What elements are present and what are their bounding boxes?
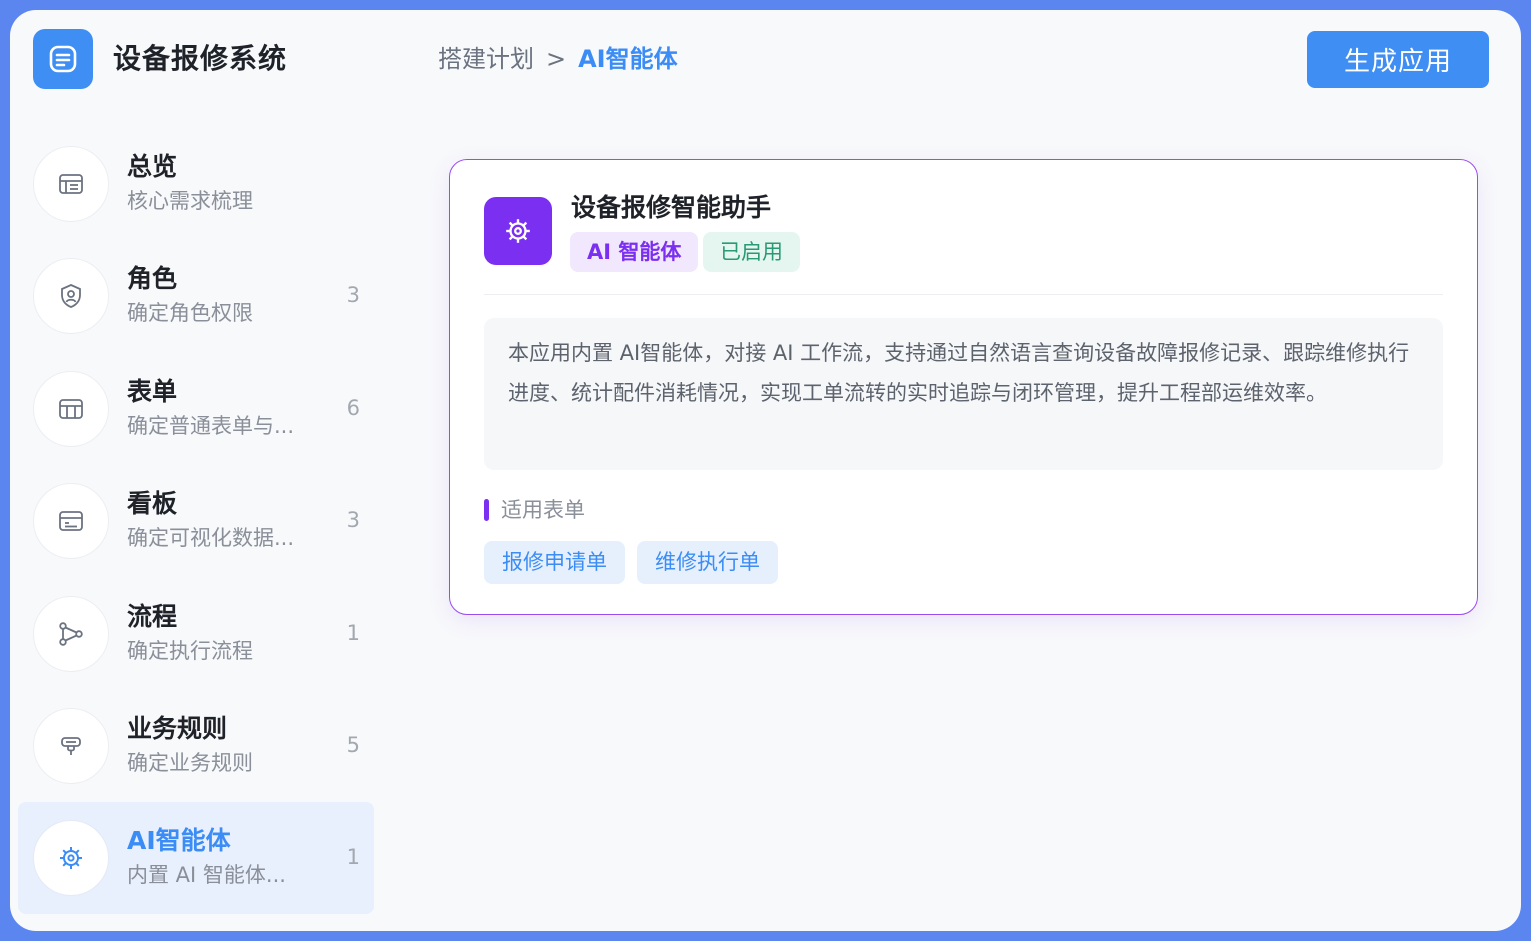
breadcrumb-separator: > — [546, 45, 567, 73]
divider — [484, 294, 1443, 295]
agent-description: 本应用内置 AI智能体，对接 AI 工作流，支持通过自然语言查询设备故障报修记录… — [484, 318, 1443, 470]
ai-gear-icon — [33, 820, 109, 896]
sidebar-item-count: 1 — [346, 845, 360, 869]
sidebar-item-rules[interactable]: 业务规则 确定业务规则 5 — [18, 690, 374, 802]
agent-card[interactable]: 设备报修智能助手 AI 智能体 已启用 本应用内置 AI智能体，对接 AI 工作… — [449, 159, 1478, 615]
agent-name: 设备报修智能助手 — [571, 193, 772, 222]
sidebar-item-name: 流程 — [127, 602, 178, 631]
sidebar-item-name: 看板 — [127, 489, 178, 518]
breadcrumb-parent[interactable]: 搭建计划 — [438, 41, 534, 77]
sidebar-item-name: 表单 — [127, 377, 178, 406]
sidebar-item-sub: 确定业务规则 — [127, 751, 253, 775]
section-title: 适用表单 — [501, 498, 585, 522]
sidebar-item-name: 业务规则 — [127, 714, 228, 743]
sidebar-item-sub: 内置 AI 智能体... — [127, 863, 286, 887]
breadcrumb-current: AI智能体 — [578, 45, 678, 73]
breadcrumb: 搭建计划 > AI智能体 — [438, 41, 678, 77]
agent-avatar — [484, 197, 552, 265]
sidebar-item-overview[interactable]: 总览 核心需求梳理 — [18, 128, 374, 240]
sidebar-item-sub: 核心需求梳理 — [127, 189, 253, 213]
sidebar-item-roles[interactable]: 角色 确定角色权限 3 — [18, 240, 374, 352]
document-list-icon — [49, 45, 77, 73]
shield-user-icon — [33, 258, 109, 334]
sidebar-item-name: 总览 — [127, 152, 178, 181]
app-window: 设备报修系统 搭建计划 > AI智能体 生成应用 总览 核心需求梳理 角色 确定… — [10, 10, 1521, 931]
sidebar-item-sub: 确定可视化数据... — [127, 526, 295, 550]
app-title: 设备报修系统 — [113, 42, 288, 75]
sidebar-item-sub: 确定角色权限 — [127, 301, 253, 325]
dashboard-icon — [33, 483, 109, 559]
sidebar-item-count: 1 — [346, 621, 360, 645]
section-accent-bar — [484, 499, 489, 521]
flow-icon — [33, 596, 109, 672]
sidebar-item-ai-agent[interactable]: AI智能体 内置 AI 智能体... 1 — [18, 802, 374, 914]
sidebar-item-flow[interactable]: 流程 确定执行流程 1 — [18, 578, 374, 690]
sidebar-item-count: 3 — [346, 283, 360, 307]
sidebar-item-forms[interactable]: 表单 确定普通表单与... 6 — [18, 353, 374, 465]
sidebar-item-count: 3 — [346, 508, 360, 532]
sidebar-item-sub: 确定普通表单与... — [127, 414, 295, 438]
rule-icon — [33, 708, 109, 784]
generate-app-button[interactable]: 生成应用 — [1307, 31, 1489, 88]
form-tag[interactable]: 报修申请单 — [484, 541, 625, 584]
form-tag[interactable]: 维修执行单 — [637, 541, 778, 584]
sidebar-item-count: 6 — [346, 396, 360, 420]
applicable-forms: 报修申请单 维修执行单 — [484, 541, 778, 584]
app-logo — [33, 29, 93, 89]
overview-icon — [33, 146, 109, 222]
sidebar-item-count: 5 — [346, 733, 360, 757]
sidebar-item-sub: 确定执行流程 — [127, 639, 253, 663]
sidebar-item-name: AI智能体 — [127, 826, 231, 855]
ai-gear-icon — [506, 219, 530, 243]
sidebar-item-name: 角色 — [127, 264, 178, 293]
table-icon — [33, 371, 109, 447]
sidebar-item-dashboard[interactable]: 看板 确定可视化数据... 3 — [18, 465, 374, 577]
status-badge: 已启用 — [703, 232, 800, 272]
agent-type-badge: AI 智能体 — [570, 232, 699, 272]
